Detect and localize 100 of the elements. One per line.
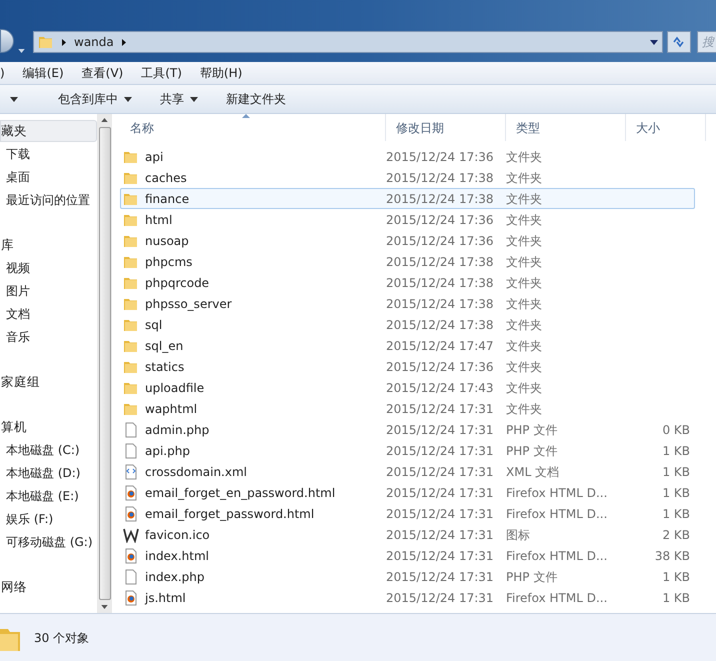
- nav-item[interactable]: 本地磁盘 (E:): [0, 484, 97, 507]
- nav-item[interactable]: 文档: [0, 302, 97, 325]
- nav-item[interactable]: 本地磁盘 (D:): [0, 461, 97, 484]
- file-row[interactable]: api.php 2015/12/24 17:31 PHP 文件 1 KB: [120, 440, 695, 461]
- file-type: 文件夹: [505, 190, 543, 208]
- nav-item[interactable]: 可移动磁盘 (G:): [0, 530, 97, 553]
- refresh-icon: [672, 36, 686, 48]
- file-name: crossdomain.xml: [145, 464, 247, 480]
- file-row[interactable]: js.html 2015/12/24 17:31 Firefox HTML D... 1 KB: [120, 587, 695, 608]
- browser-file-icon: [123, 548, 139, 564]
- nav-group-header[interactable]: 库: [0, 234, 97, 256]
- file-row[interactable]: phpqrcode 2015/12/24 17:38 文件夹: [120, 272, 695, 293]
- file-row[interactable]: crossdomain.xml 2015/12/24 17:31 XML 文档 1 KB: [120, 461, 695, 482]
- file-size: 1 KB: [661, 484, 690, 502]
- file-row[interactable]: nusoap 2015/12/24 17:36 文件夹: [120, 230, 695, 251]
- nav-group-header[interactable]: 算机: [0, 416, 97, 438]
- modified-date: 2015/12/24 17:36: [385, 358, 495, 376]
- file-row[interactable]: sql_en 2015/12/24 17:47 文件夹: [120, 335, 695, 356]
- nav-item[interactable]: 图片: [0, 279, 97, 302]
- column-header[interactable]: 类型: [506, 114, 626, 141]
- file-type: PHP 文件: [505, 442, 558, 460]
- back-button[interactable]: [0, 29, 14, 53]
- scrollbar-thumb[interactable]: [98, 127, 110, 600]
- nav-group-header[interactable]: 藏夹: [0, 120, 97, 142]
- address-bar[interactable]: wanda: [33, 31, 663, 53]
- file-type: 文件夹: [505, 338, 543, 354]
- file-row[interactable]: index.html 2015/12/24 17:31 Firefox HTML D... 38 KB: [120, 545, 695, 566]
- modified-date: 2015/12/24 17:31: [385, 590, 495, 606]
- modified-date: 2015/12/24 17:31: [385, 526, 495, 544]
- nav-item[interactable]: 娱乐 (F:): [0, 507, 97, 530]
- menu-item[interactable]: 工具(T): [141, 64, 182, 82]
- nav-group-header[interactable]: 网络: [0, 576, 97, 598]
- file-row[interactable]: phpsso_server 2015/12/24 17:38 文件夹: [120, 293, 695, 314]
- file-row[interactable]: admin.php 2015/12/24 17:31 PHP 文件 0 KB: [120, 419, 695, 440]
- file-size: 1 KB: [661, 590, 690, 606]
- nav-item[interactable]: 最近访问的位置: [0, 188, 97, 211]
- chevron-icon: [122, 38, 126, 46]
- file-row[interactable]: waphtml 2015/12/24 17:31 文件夹: [120, 398, 695, 419]
- document-icon: [123, 422, 139, 438]
- nav-item[interactable]: 本地磁盘 (C:): [0, 438, 97, 461]
- scroll-up-icon: [101, 118, 108, 122]
- file-name: phpqrcode: [145, 274, 210, 292]
- item-count: 30 个对象: [34, 630, 90, 646]
- breadcrumb-link[interactable]: wanda: [74, 33, 114, 51]
- file-row[interactable]: html 2015/12/24 17:36 文件夹: [120, 209, 695, 230]
- nav-item[interactable]: 音乐: [0, 325, 97, 348]
- file-size: 1 KB: [661, 568, 690, 586]
- file-type: 文件夹: [505, 232, 543, 250]
- refresh-button[interactable]: [667, 31, 691, 53]
- file-row[interactable]: finance 2015/12/24 17:38 文件夹: [120, 188, 695, 209]
- file-row[interactable]: index.php 2015/12/24 17:31 PHP 文件 1 KB: [120, 566, 695, 587]
- menu-item[interactable]: 编辑(E): [22, 64, 64, 82]
- file-row[interactable]: email_forget_password.html 2015/12/24 17:31 Firefox HTML D... 1 KB: [120, 503, 695, 524]
- file-name: index.html: [145, 548, 209, 564]
- file-row[interactable]: sql 2015/12/24 17:38 文件夹: [120, 314, 695, 335]
- chevron-icon: [62, 38, 66, 46]
- modified-date: 2015/12/24 17:38: [385, 170, 495, 186]
- menu-item[interactable]: 帮助(H): [200, 64, 242, 82]
- file-row[interactable]: uploadfile 2015/12/24 17:43 文件夹: [120, 377, 695, 398]
- file-row[interactable]: phpcms 2015/12/24 17:38 文件夹: [120, 251, 695, 272]
- file-name: admin.php: [145, 422, 210, 438]
- file-name: phpsso_server: [145, 296, 232, 312]
- file-type: 文件夹: [505, 254, 543, 270]
- file-name: api: [145, 148, 164, 166]
- column-label: 修改日期: [396, 120, 444, 136]
- nav-item[interactable]: 下载: [0, 142, 97, 165]
- column-header[interactable]: 名称: [120, 114, 386, 141]
- column-header[interactable]: 大小: [626, 114, 706, 141]
- file-type: Firefox HTML D...: [505, 506, 608, 522]
- file-type: 文件夹: [505, 170, 543, 186]
- file-type: 文件夹: [505, 358, 543, 376]
- file-type: 文件夹: [505, 148, 543, 166]
- browser-file-icon: [123, 590, 139, 606]
- file-row[interactable]: caches 2015/12/24 17:38 文件夹: [120, 167, 695, 188]
- toolbar-button[interactable]: 共享: [146, 85, 212, 113]
- toolbar-button[interactable]: 新建文件夹: [212, 85, 300, 113]
- file-name: favicon.ico: [145, 526, 210, 544]
- file-type: 文件夹: [505, 316, 543, 334]
- modified-date: 2015/12/24 17:36: [385, 212, 495, 228]
- file-type: 文件夹: [505, 212, 543, 228]
- nav-item[interactable]: 视频: [0, 256, 97, 279]
- file-row[interactable]: api 2015/12/24 17:36 文件夹: [120, 146, 695, 167]
- column-header[interactable]: 修改日期: [386, 114, 506, 141]
- file-row[interactable]: email_forget_en_password.html 2015/12/24 17:31 Firefox HTML D... 1 KB: [120, 482, 695, 503]
- toolbar-button[interactable]: 包含到库中: [44, 85, 146, 113]
- document-icon: [123, 568, 139, 584]
- menu-item[interactable]: 查看(V): [82, 64, 124, 82]
- file-size: 1 KB: [661, 464, 690, 480]
- file-row[interactable]: statics 2015/12/24 17:36 文件夹: [120, 356, 695, 377]
- file-type: PHP 文件: [505, 568, 558, 586]
- file-name: sql: [145, 316, 162, 334]
- menu-item[interactable]: ): [0, 64, 5, 82]
- file-name: html: [145, 212, 172, 228]
- nav-item[interactable]: 桌面: [0, 165, 97, 188]
- nav-group-header[interactable]: 家庭组: [0, 371, 97, 393]
- file-row[interactable]: favicon.ico 2015/12/24 17:31 图标 2 KB: [120, 524, 695, 545]
- dropdown-caret-icon: [650, 40, 658, 44]
- folder-icon: [38, 34, 54, 50]
- modified-date: 2015/12/24 17:36: [385, 148, 495, 166]
- file-name: sql_en: [145, 338, 184, 354]
